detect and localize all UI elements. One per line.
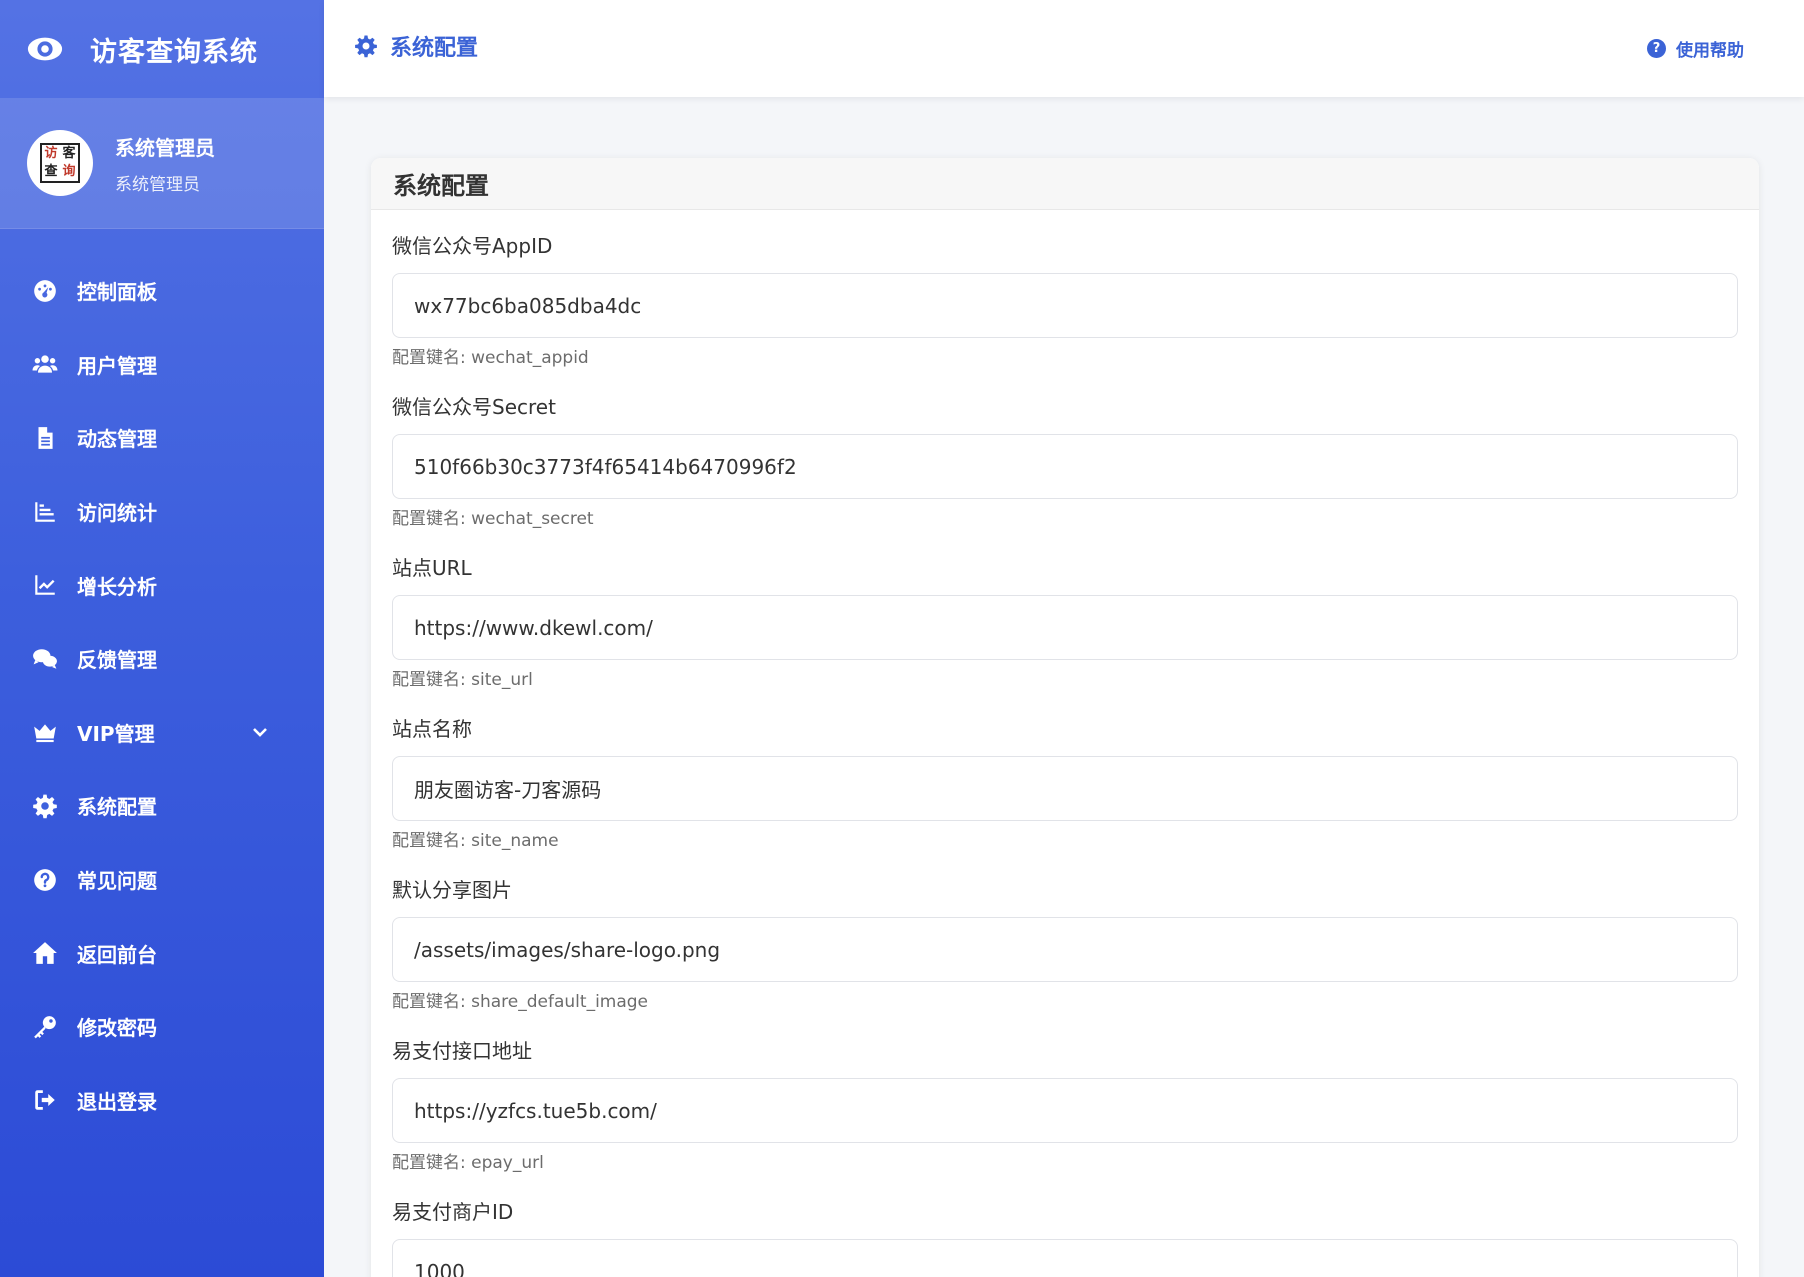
field-key-hint: 配置键名: share_default_image (392, 992, 649, 1012)
config-field-wechat-secret: 微信公众号Secret 配置键名: wechat_secret (392, 371, 1738, 532)
sidebar-item-logout[interactable]: 退出登录 (0, 1064, 324, 1138)
epay-url-input[interactable] (392, 1078, 1738, 1143)
sidebar-item-label: 反馈管理 (77, 648, 157, 673)
sidebar-item-posts[interactable]: 动态管理 (0, 401, 324, 475)
sidebar-item-stats[interactable]: 访问统计 (0, 475, 324, 549)
page-title-text: 系统配置 (390, 35, 479, 61)
user-name: 系统管理员 (115, 135, 215, 160)
config-field-epay-url: 易支付接口地址 配置键名: epay_url (392, 1015, 1738, 1176)
field-label: 默认分享图片 (392, 878, 512, 902)
gear-icon (30, 791, 60, 821)
field-key-hint: 配置键名: epay_url (392, 1153, 544, 1173)
sidebar-item-password[interactable]: 修改密码 (0, 990, 324, 1064)
avatar-logo: 访 客 查 询 (40, 143, 80, 183)
brand-title: 访客查询系统 (90, 36, 258, 68)
bar-chart-icon (30, 497, 60, 527)
sidebar: 访客查询系统 访 客 查 询 系统管理员 系统管理员 控制面板 用户管理 动态管… (0, 0, 324, 1277)
config-field-share-image: 默认分享图片 配置键名: share_default_image (392, 854, 1738, 1015)
sidebar-item-faq[interactable]: 常见问题 (0, 843, 324, 917)
sidebar-nav: 控制面板 用户管理 动态管理 访问统计 增长分析 反馈管理 VIP管理 系统配置… (0, 254, 324, 1137)
sidebar-item-label: 用户管理 (77, 353, 157, 378)
field-key-hint: 配置键名: wechat_appid (392, 348, 589, 368)
question-icon: ? (1647, 39, 1666, 58)
user-info: 系统管理员 系统管理员 (115, 132, 215, 195)
card-title: 系统配置 (393, 172, 489, 200)
sidebar-item-label: 系统配置 (77, 795, 157, 820)
config-form: 微信公众号AppID 配置键名: wechat_appid 微信公众号Secre… (371, 210, 1759, 1277)
field-key-hint: 配置键名: site_url (392, 670, 533, 690)
avatar[interactable]: 访 客 查 询 (27, 130, 93, 196)
field-key-hint: 配置键名: site_name (392, 831, 559, 851)
field-label: 站点名称 (392, 717, 472, 741)
sidebar-item-label: 常见问题 (77, 869, 157, 894)
file-icon (30, 423, 60, 453)
eye-icon (27, 37, 63, 61)
config-field-wechat-appid: 微信公众号AppID 配置键名: wechat_appid (392, 210, 1738, 371)
crown-icon (30, 717, 60, 747)
epay-pid-input[interactable] (392, 1239, 1738, 1277)
wechat-appid-input[interactable] (392, 273, 1738, 338)
avatar-char: 查 (44, 164, 58, 179)
config-field-epay-pid: 易支付商户ID (392, 1176, 1738, 1277)
config-field-site-name: 站点名称 配置键名: site_name (392, 693, 1738, 854)
card-header: 系统配置 (371, 158, 1759, 210)
home-icon (30, 938, 60, 968)
sidebar-item-settings[interactable]: 系统配置 (0, 769, 324, 843)
help-label: 使用帮助 (1676, 41, 1744, 61)
sidebar-item-feedback[interactable]: 反馈管理 (0, 622, 324, 696)
avatar-char: 客 (62, 146, 76, 161)
sidebar-item-label: 增长分析 (77, 574, 157, 599)
chevron-down-icon[interactable] (250, 722, 270, 742)
brand[interactable]: 访客查询系统 (0, 0, 324, 98)
field-label: 站点URL (392, 556, 472, 580)
line-chart-icon (30, 570, 60, 600)
share-image-input[interactable] (392, 917, 1738, 982)
user-panel: 访 客 查 询 系统管理员 系统管理员 (0, 98, 324, 229)
sidebar-item-frontend[interactable]: 返回前台 (0, 916, 324, 990)
avatar-char: 访 (44, 146, 58, 161)
key-icon (30, 1012, 60, 1042)
sidebar-item-label: 返回前台 (77, 942, 157, 967)
top-header: 系统配置 ? 使用帮助 (324, 0, 1804, 97)
comments-icon (30, 644, 60, 674)
sidebar-item-label: 控制面板 (77, 280, 157, 305)
field-label: 微信公众号AppID (392, 234, 553, 258)
sidebar-item-growth[interactable]: 增长分析 (0, 548, 324, 622)
avatar-char: 询 (62, 164, 76, 179)
sidebar-item-label: 修改密码 (77, 1016, 157, 1041)
user-role: 系统管理员 (115, 174, 200, 195)
config-card: 系统配置 微信公众号AppID 配置键名: wechat_appid 微信公众号… (371, 158, 1759, 1277)
users-icon (30, 349, 60, 379)
sidebar-item-label: 退出登录 (77, 1089, 157, 1114)
sidebar-item-vip[interactable]: VIP管理 (0, 696, 324, 770)
dashboard-icon (30, 276, 60, 306)
gear-icon (355, 35, 377, 57)
wechat-secret-input[interactable] (392, 434, 1738, 499)
config-field-site-url: 站点URL 配置键名: site_url (392, 532, 1738, 693)
sidebar-item-label: 动态管理 (77, 427, 157, 452)
sidebar-item-label: VIP管理 (77, 721, 155, 746)
question-circle-icon (30, 865, 60, 895)
field-label: 易支付商户ID (392, 1200, 514, 1224)
sidebar-item-dashboard[interactable]: 控制面板 (0, 254, 324, 328)
sign-out-icon (30, 1085, 60, 1115)
field-label: 微信公众号Secret (392, 395, 556, 419)
help-link[interactable]: ? 使用帮助 (1647, 36, 1744, 61)
page-title: 系统配置 (354, 30, 478, 62)
field-key-hint: 配置键名: wechat_secret (392, 509, 594, 529)
sidebar-item-label: 访问统计 (77, 501, 157, 526)
site-name-input[interactable] (392, 756, 1738, 821)
site-url-input[interactable] (392, 595, 1738, 660)
sidebar-item-users[interactable]: 用户管理 (0, 328, 324, 402)
field-label: 易支付接口地址 (392, 1039, 532, 1063)
